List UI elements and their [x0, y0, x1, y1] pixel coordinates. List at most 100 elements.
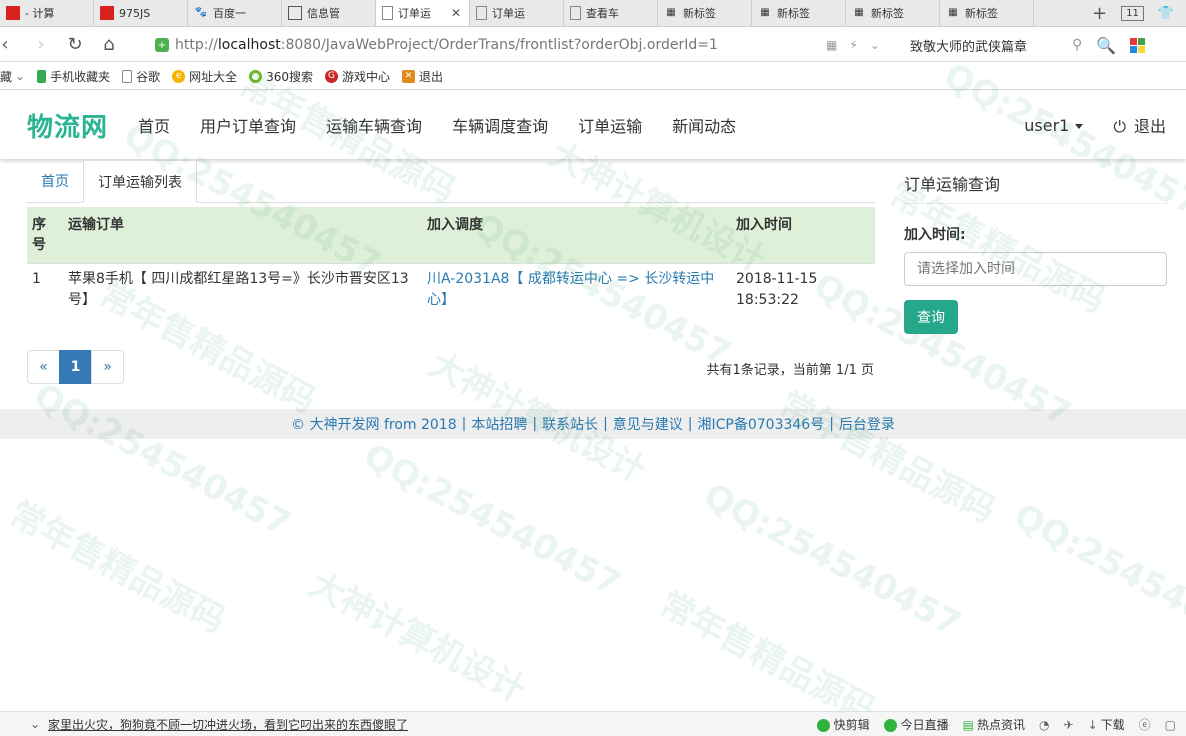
status-news-link[interactable]: 家里出火灾，狗狗竟不顾一切冲进火场，看到它叼出来的东西傻眼了 — [48, 716, 408, 733]
bookmark-item[interactable]: 藏 ⌄ — [0, 68, 25, 85]
search-hint[interactable]: 致敬大师的武侠篇章 — [910, 28, 1027, 62]
browser-tab[interactable]: ▦ 新标签 — [658, 0, 752, 26]
query-panel: 订单运输查询 加入时间: 查询 — [904, 161, 1168, 334]
browser-status-bar: ⌄ 家里出火灾，狗狗竟不顾一切冲进火场，看到它叼出来的东西傻眼了 快剪辑 今日直… — [0, 711, 1186, 736]
browser-tab[interactable]: 🐾 百度一 — [188, 0, 282, 26]
site-navbar: 物流网 首页 用户订单查询 运输车辆查询 车辆调度查询 订单运输 新闻动态 us… — [0, 91, 1186, 159]
exit-icon: ✕ — [402, 69, 416, 83]
footer-jobs-link[interactable]: 本站招聘 — [471, 414, 527, 434]
tab-home[interactable]: 首页 — [27, 160, 83, 202]
red-flag-icon — [100, 6, 114, 20]
grid-icon: ▦ — [760, 7, 770, 18]
query-panel-title: 订单运输查询 — [904, 161, 1168, 204]
ie-icon[interactable]: ⓔ — [1139, 716, 1151, 733]
play-icon — [816, 719, 830, 732]
page-icon — [382, 5, 393, 20]
footer: © 大神开发网 from 2018 | 本站招聘 | 联系站长 | 意见与建议 | 湘I… — [0, 409, 1186, 439]
qr-icon[interactable]: ▦ — [826, 38, 837, 52]
nav-vehicles[interactable]: 运输车辆查询 — [326, 113, 422, 137]
browser-tab[interactable]: 订单运 — [470, 0, 564, 26]
download-button[interactable]: ↓ 下载 — [1088, 716, 1125, 733]
chevron-down-icon[interactable]: ⌄ — [30, 717, 40, 731]
browser-tab-active[interactable]: 订单运 ✕ — [376, 0, 470, 26]
watermark: QQ:254540457 — [27, 375, 298, 545]
footer-admin-login-link[interactable]: 后台登录 — [839, 414, 895, 434]
browser-tab[interactable]: 查看车 — [564, 0, 658, 26]
browser-tab[interactable]: ▦ 新标签 — [940, 0, 1034, 26]
search-icon[interactable]: ⚲ — [1072, 37, 1082, 53]
apps-icon[interactable] — [1130, 37, 1146, 53]
join-time-label: 加入时间: — [904, 227, 966, 243]
url-host: localhost — [217, 37, 281, 53]
row-index: 1 — [27, 263, 63, 316]
browser-tab-label: 975JS — [119, 6, 151, 20]
nav-user-orders[interactable]: 用户订单查询 — [200, 113, 296, 137]
url-field[interactable]: + http://localhost:8080/JavaWebProject/O… — [155, 28, 895, 62]
bookmark-item[interactable]: 谷歌 — [122, 68, 160, 85]
plane-icon[interactable]: ✈ — [1064, 718, 1074, 732]
tab-count-badge[interactable]: 11 — [1121, 5, 1144, 21]
footer-icp-link[interactable]: 湘ICP备0703346号 — [698, 414, 825, 434]
chevron-down-icon[interactable]: ⌄ — [870, 38, 880, 52]
refresh-icon[interactable]: ↻ — [58, 28, 92, 62]
order-transport-table: 序号 运输订单 加入调度 加入时间 1 苹果8手机【 四川成都红星路13号=》长… — [27, 207, 875, 316]
hot-news-button[interactable]: ▤ 热点资讯 — [963, 716, 1025, 733]
page-icon — [476, 6, 487, 20]
query-button[interactable]: 查询 — [904, 300, 958, 334]
new-tab-icon[interactable]: + — [1092, 3, 1107, 24]
page-icon — [570, 6, 581, 20]
back-icon[interactable]: ‹ — [0, 28, 10, 62]
shield-icon: + — [155, 38, 169, 52]
browser-tab[interactable]: - 计算 — [0, 0, 94, 26]
nav-home[interactable]: 首页 — [138, 113, 170, 137]
browser-tab[interactable]: ▦ 新标签 — [846, 0, 940, 26]
nav-news[interactable]: 新闻动态 — [672, 113, 736, 137]
dispatch-link[interactable]: 川A-2031A8【 成都转运中心 => 长沙转运中心】 — [427, 271, 714, 308]
quick-edit-button[interactable]: 快剪辑 — [816, 716, 870, 733]
browser-tab[interactable]: 信息管 — [282, 0, 376, 26]
bookmark-label: 谷歌 — [136, 69, 161, 84]
footer-feedback-link[interactable]: 意见与建议 — [613, 414, 683, 434]
brand-logo[interactable]: 物流网 — [27, 107, 108, 144]
nav-right: user1 ⏻ 退出 — [1024, 91, 1166, 159]
watermark: 大神计算机设计 — [302, 564, 532, 712]
row-order: 苹果8手机【 四川成都红星路13号=》长沙市晋安区13号】 — [63, 263, 422, 316]
bookmark-label: 手机收藏夹 — [50, 69, 111, 84]
shirt-icon[interactable]: 👕 — [1158, 6, 1174, 21]
bookmarks-bar: 藏 ⌄ 手机收藏夹 谷歌 e 网址大全 360搜索 G 游戏中心 ✕ 退出 — [0, 63, 1186, 90]
bookmark-item[interactable]: 360搜索 — [249, 68, 313, 85]
speed-icon[interactable]: ◔ — [1039, 718, 1049, 732]
column-header: 加入时间 — [731, 207, 875, 264]
footer-contact-link[interactable]: 联系站长 — [542, 414, 598, 434]
lightning-icon[interactable]: ⚡ — [849, 38, 857, 52]
bookmark-item[interactable]: ✕ 退出 — [402, 68, 443, 85]
next-page-button[interactable]: » — [91, 350, 124, 384]
bookmark-item[interactable]: e 网址大全 — [172, 68, 237, 85]
browser-tab[interactable]: 975JS — [94, 0, 188, 26]
magnifier-icon[interactable]: 🔍 — [1096, 36, 1116, 55]
page-button-current[interactable]: 1 — [59, 350, 92, 384]
nav-order-transport[interactable]: 订单运输 — [578, 113, 642, 137]
red-flag-icon — [6, 6, 20, 20]
prev-page-button[interactable]: « — [27, 350, 60, 384]
logout-link[interactable]: ⏻ 退出 — [1113, 113, 1166, 137]
close-icon[interactable]: ✕ — [451, 6, 465, 20]
join-time-input[interactable] — [904, 252, 1167, 286]
nav-dispatch[interactable]: 车辆调度查询 — [452, 113, 548, 137]
page-icon — [122, 69, 133, 83]
footer-copyright[interactable]: © 大神开发网 from 2018 — [291, 414, 457, 434]
window-icon[interactable]: ▢ — [1165, 718, 1176, 732]
browser-tab-label: 订单运 — [398, 6, 431, 20]
browser-tab-label: 百度一 — [213, 7, 246, 20]
ring-icon — [249, 69, 263, 83]
browser-tab[interactable]: ▦ 新标签 — [752, 0, 846, 26]
home-icon[interactable]: ⌂ — [92, 28, 126, 62]
phone-icon — [37, 69, 47, 83]
user-menu[interactable]: user1 — [1024, 116, 1084, 135]
forward-icon[interactable]: › — [24, 28, 58, 62]
tab-tools: + 11 👕 — [1092, 0, 1186, 26]
bookmark-item[interactable]: 手机收藏夹 — [37, 68, 110, 85]
live-button[interactable]: 今日直播 — [883, 716, 949, 733]
tab-order-transport-list[interactable]: 订单运输列表 — [83, 160, 197, 203]
bookmark-item[interactable]: G 游戏中心 — [325, 68, 390, 85]
